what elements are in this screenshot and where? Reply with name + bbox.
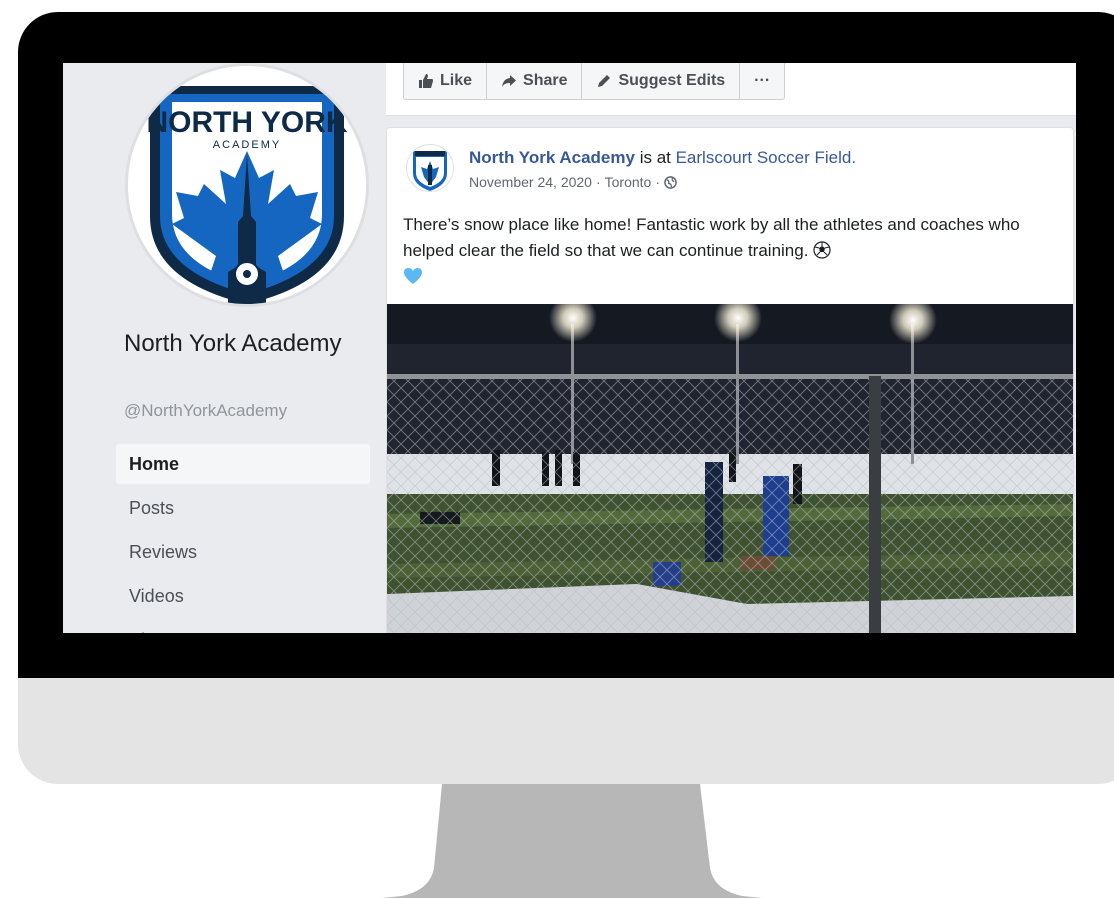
post-author-avatar[interactable]	[406, 144, 454, 192]
post-card: North York Academy is at Earlscourt Socc…	[386, 127, 1074, 633]
post-message: There’s snow place like home! Fantastic …	[403, 215, 1020, 260]
post-place[interactable]: Toronto	[605, 174, 652, 190]
nav-item-reviews[interactable]: Reviews	[116, 532, 370, 572]
post-connector: is at	[634, 148, 676, 167]
nav-item-photos[interactable]: Photos	[116, 620, 370, 633]
share-label: Share	[523, 72, 568, 89]
post-text: There’s snow place like home! Fantastic …	[403, 212, 1063, 290]
meta-separator: ·	[655, 174, 661, 190]
like-button[interactable]: Like	[404, 63, 488, 99]
more-options-button[interactable]: ···	[740, 63, 784, 99]
post-header: North York Academy is at Earlscourt Socc…	[469, 148, 856, 168]
like-label: Like	[440, 72, 473, 89]
monitor-stand	[382, 784, 762, 898]
page-name[interactable]: North York Academy	[124, 325, 364, 362]
monitor-chin	[18, 678, 1114, 784]
post-meta: November 24, 2020 · Toronto ·	[469, 174, 677, 190]
page-action-bar: Like Share Suggest Edits ···	[386, 63, 1076, 116]
page-nav: Home Posts Reviews Videos Photos	[116, 444, 370, 633]
share-arrow-icon	[502, 75, 517, 87]
thumbs-up-icon	[419, 74, 433, 88]
page-handle[interactable]: @NorthYorkAcademy	[124, 401, 287, 421]
nav-item-videos[interactable]: Videos	[116, 576, 370, 616]
share-button[interactable]: Share	[487, 63, 583, 99]
logo-title: NORTH YORK	[146, 106, 347, 139]
more-options-icon: ···	[754, 72, 771, 89]
academy-logo-small	[413, 151, 447, 191]
meta-separator: ·	[595, 174, 601, 190]
post-location-link[interactable]: Earlscourt Soccer Field.	[676, 148, 856, 167]
action-button-group: Like Share Suggest Edits ···	[403, 63, 786, 100]
nav-item-home[interactable]: Home	[116, 444, 370, 484]
logo-subtitle: ACADEMY	[213, 139, 281, 151]
pencil-icon	[598, 75, 611, 87]
suggest-edits-label: Suggest Edits	[618, 72, 726, 89]
post-date[interactable]: November 24, 2020	[469, 174, 592, 190]
post-author-link[interactable]: North York Academy	[469, 148, 635, 167]
nav-item-posts[interactable]: Posts	[116, 488, 370, 528]
profile-picture[interactable]: NORTH YORK ACADEMY	[125, 63, 369, 307]
suggest-edits-button[interactable]: Suggest Edits	[582, 63, 741, 99]
post-photo[interactable]	[387, 304, 1073, 633]
globe-icon[interactable]	[664, 175, 677, 189]
soccer-ball-icon	[813, 241, 831, 259]
academy-logo: NORTH YORK ACADEMY	[128, 66, 366, 304]
screen: NORTH YORK ACADEMY North York Academy @N…	[63, 63, 1076, 633]
blue-heart-icon	[404, 268, 422, 284]
